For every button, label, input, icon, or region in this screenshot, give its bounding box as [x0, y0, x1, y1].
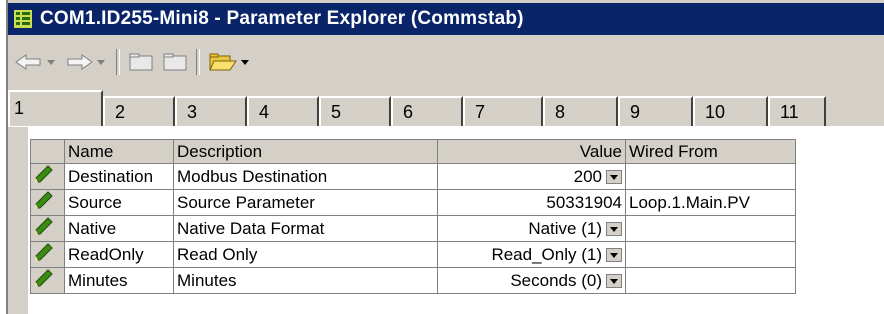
tab-1[interactable]: 1 — [8, 90, 103, 126]
value-text: Seconds (0) — [510, 270, 602, 290]
pencil-icon — [34, 216, 56, 236]
toolbar — [8, 40, 884, 84]
cell-name: Minutes — [64, 267, 174, 294]
cell-wired-from — [625, 267, 796, 294]
tab-4[interactable]: 4 — [247, 96, 319, 126]
table-row[interactable]: Destination Modbus Destination 200 — [30, 163, 796, 190]
value-dropdown-button[interactable] — [606, 169, 622, 184]
tab-7[interactable]: 7 — [463, 96, 543, 126]
cell-wired-from — [625, 215, 796, 242]
cell-value[interactable]: Read_Only (1) — [437, 241, 626, 268]
cell-value[interactable]: Seconds (0) — [437, 267, 626, 294]
cell-description: Read Only — [173, 241, 438, 268]
cell-name: Native — [64, 215, 174, 242]
value-dropdown-button[interactable] — [606, 273, 622, 288]
tab-6[interactable]: 6 — [391, 96, 463, 126]
pencil-icon — [34, 268, 56, 288]
header-wired-from[interactable]: Wired From — [625, 139, 796, 164]
cell-name: Source — [64, 189, 174, 216]
cell-value[interactable]: 200 — [437, 163, 626, 190]
pencil-icon — [34, 190, 56, 210]
table-row[interactable]: Source Source Parameter 50331904 Loop.1.Mai… — [30, 189, 796, 216]
row-edit-cell[interactable] — [30, 215, 65, 242]
table-header-row: Name Description Value Wired From — [30, 139, 796, 164]
row-edit-cell[interactable] — [30, 163, 65, 190]
left-border — [0, 0, 8, 314]
table-row[interactable]: ReadOnly Read Only Read_Only (1) — [30, 241, 796, 268]
row-edit-cell[interactable] — [30, 241, 65, 268]
back-button[interactable] — [14, 47, 44, 77]
tab-3[interactable]: 3 — [175, 96, 247, 126]
folder-button-1[interactable] — [128, 47, 154, 77]
value-text: 50331904 — [546, 192, 622, 212]
parameter-pane: Name Description Value Wired From Destin… — [8, 127, 884, 314]
cell-value[interactable]: 50331904 — [437, 189, 626, 216]
chevron-down-icon — [97, 60, 105, 65]
cell-name: Destination — [64, 163, 174, 190]
value-dropdown-button[interactable] — [606, 221, 622, 236]
parameter-table: Name Description Value Wired From Destin… — [30, 139, 796, 294]
open-folder-icon — [209, 53, 237, 71]
pencil-icon — [34, 164, 56, 184]
row-edit-cell[interactable] — [30, 189, 65, 216]
tab-strip: 1 2 3 4 5 6 7 8 9 10 11 — [8, 90, 884, 127]
value-text: Native (1) — [528, 218, 602, 238]
forward-dropdown[interactable] — [94, 47, 108, 77]
cell-wired-from — [625, 163, 796, 190]
cell-value[interactable]: Native (1) — [437, 215, 626, 242]
cell-wired-from: Loop.1.Main.PV — [625, 189, 796, 216]
tab-10[interactable]: 10 — [693, 96, 768, 126]
forward-arrow-icon — [67, 54, 93, 70]
table-row[interactable]: Minutes Minutes Seconds (0) — [30, 267, 796, 294]
cell-description: Source Parameter — [173, 189, 438, 216]
tab-11[interactable]: 11 — [768, 96, 826, 126]
back-dropdown[interactable] — [44, 47, 58, 77]
value-editor[interactable]: Seconds (0) — [510, 271, 622, 291]
back-arrow-icon — [15, 54, 41, 70]
folder-icon — [163, 53, 187, 71]
tab-8[interactable]: 8 — [543, 96, 618, 126]
folder-icon — [129, 53, 153, 71]
cell-description: Minutes — [173, 267, 438, 294]
table-row[interactable]: Native Native Data Format Native (1) — [30, 215, 796, 242]
folder-button-2[interactable] — [162, 47, 188, 77]
tab-9[interactable]: 9 — [618, 96, 693, 126]
parameter-explorer-window: COM1.ID255-Mini8 - Parameter Explorer (C… — [8, 0, 884, 314]
tab-2[interactable]: 2 — [103, 96, 175, 126]
pencil-icon — [34, 242, 56, 262]
row-edit-cell[interactable] — [30, 267, 65, 294]
open-folder-button[interactable] — [208, 47, 238, 77]
chevron-down-icon — [241, 60, 249, 65]
toolbar-separator — [116, 49, 120, 75]
grid-icon — [14, 10, 32, 28]
cell-name: ReadOnly — [64, 241, 174, 268]
tab-5[interactable]: 5 — [319, 96, 391, 126]
pane-left-gutter — [8, 127, 28, 314]
value-dropdown-button[interactable] — [606, 247, 622, 262]
value-editor[interactable]: 200 — [574, 167, 622, 187]
cell-description: Modbus Destination — [173, 163, 438, 190]
value-editor[interactable]: Native (1) — [528, 219, 622, 239]
open-folder-dropdown[interactable] — [238, 47, 252, 77]
toolbar-separator — [196, 49, 200, 75]
header-description[interactable]: Description — [173, 139, 438, 164]
forward-button[interactable] — [64, 47, 94, 77]
value-text: Read_Only (1) — [491, 244, 602, 264]
title-bar[interactable]: COM1.ID255-Mini8 - Parameter Explorer (C… — [8, 3, 884, 35]
chevron-down-icon — [47, 60, 55, 65]
header-value[interactable]: Value — [437, 139, 626, 164]
cell-wired-from — [625, 241, 796, 268]
value-editor[interactable]: 50331904 — [546, 193, 622, 213]
header-icon-column — [30, 139, 65, 164]
value-editor[interactable]: Read_Only (1) — [491, 245, 622, 265]
cell-description: Native Data Format — [173, 215, 438, 242]
header-name[interactable]: Name — [64, 139, 174, 164]
value-text: 200 — [573, 166, 602, 186]
window-title: COM1.ID255-Mini8 - Parameter Explorer (C… — [40, 8, 524, 29]
